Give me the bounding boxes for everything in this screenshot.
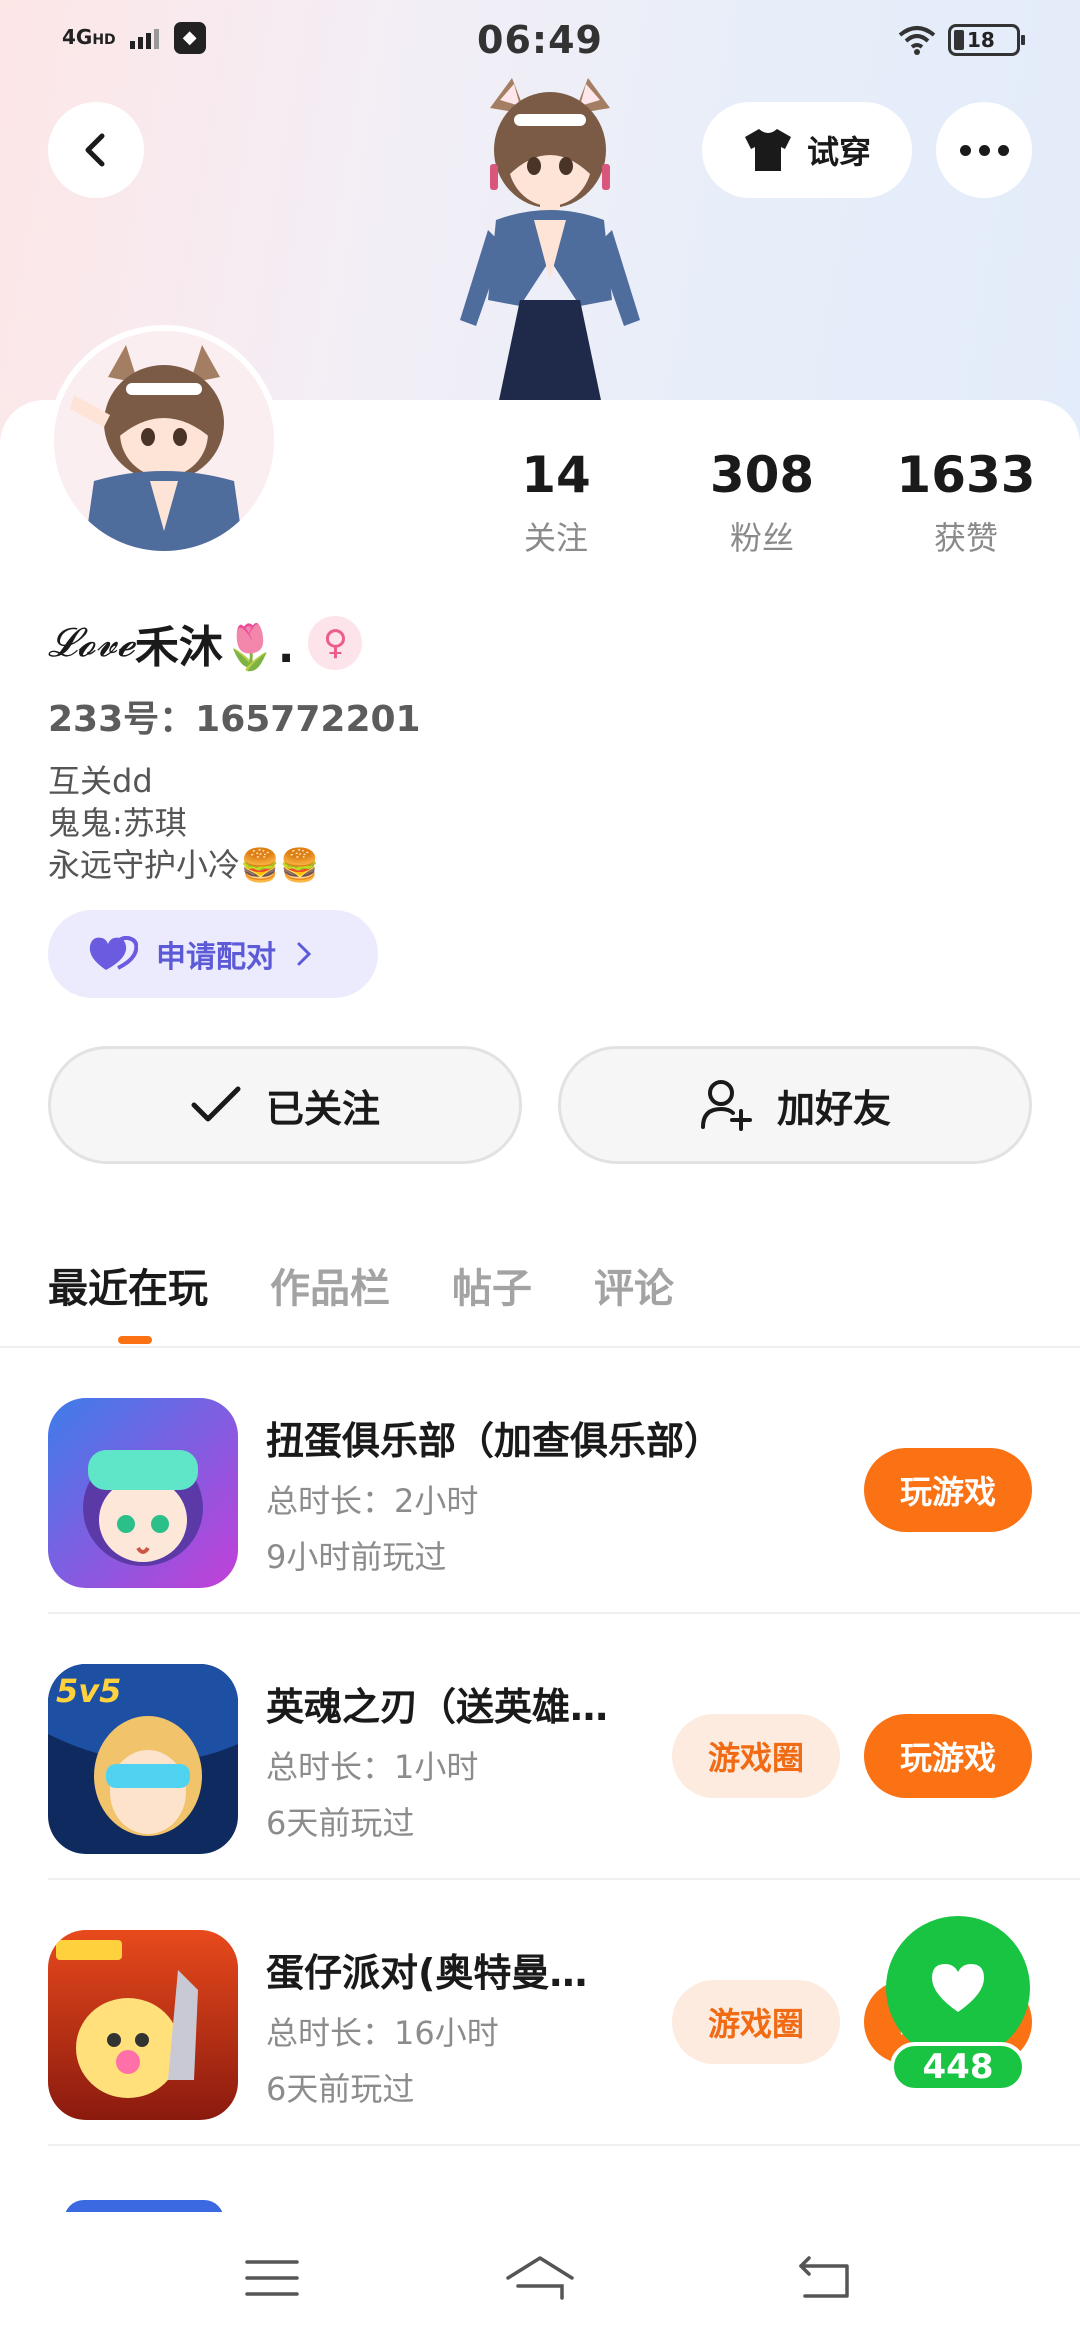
play-game-button[interactable]: 玩游戏 <box>864 1448 1032 1532</box>
try-on-label: 试穿 <box>806 133 871 171</box>
back-button[interactable] <box>48 102 144 198</box>
avatar[interactable] <box>48 325 280 557</box>
game-name: 蛋仔派对(奥特曼… <box>266 1951 588 1995</box>
game-circle-button[interactable]: 游戏圈 <box>672 1714 840 1798</box>
avatar-image <box>54 331 274 551</box>
add-friend-label: 加好友 <box>776 1086 891 1131</box>
try-on-button[interactable]: 试穿 <box>702 102 912 198</box>
bio-line: 鬼鬼:苏琪 <box>48 804 187 842</box>
more-button[interactable] <box>936 102 1032 198</box>
stat-value: 1633 <box>896 446 1036 504</box>
female-gender-icon: ♀ <box>308 616 363 670</box>
add-friend-button[interactable]: 加好友 <box>558 1046 1032 1164</box>
bio-line: 永远守护小冷🍔🍔 <box>48 846 320 884</box>
stat-value: 14 <box>521 446 591 504</box>
menu-button[interactable] <box>232 2248 312 2308</box>
stat-label: 关注 <box>523 519 588 557</box>
stat-value: 308 <box>709 446 815 504</box>
stat-label: 获赞 <box>933 519 998 557</box>
heart-pair-icon <box>89 936 138 970</box>
game-last-played: 9小时前玩过 <box>266 1538 447 1576</box>
add-user-icon <box>700 1080 752 1131</box>
home-icon <box>506 2256 574 2300</box>
game-last-played: 6天前玩过 <box>266 1804 415 1842</box>
floating-like-button[interactable]: 448 <box>884 1916 1032 2096</box>
user-id: 233号：165772201 <box>48 699 421 740</box>
back-nav-button[interactable] <box>784 2248 864 2308</box>
heart-icon <box>932 1964 984 2012</box>
game-icon <box>48 1930 238 2120</box>
request-pair-button[interactable]: 申请配对 <box>48 910 378 998</box>
game-duration: 总时长：2小时 <box>266 1482 479 1520</box>
pair-label: 申请配对 <box>156 940 276 975</box>
bio: 互关dd 鬼鬼:苏琪 永远守护小冷🍔🍔 <box>48 760 320 886</box>
wifi-icon <box>898 26 936 55</box>
game-duration: 总时长：1小时 <box>266 1748 479 1786</box>
like-count: 448 <box>890 2042 1026 2092</box>
more-dots-icon <box>959 144 971 156</box>
divider <box>48 2144 1080 2146</box>
tab-comments[interactable]: 评论 <box>594 1250 674 1330</box>
stat-followers[interactable]: 308 粉丝 <box>662 445 862 559</box>
check-icon <box>191 1086 241 1122</box>
menu-icon <box>245 2260 299 2296</box>
nickname: 𝓛𝓸𝓿𝓮 禾沐🌷. ♀ <box>48 612 363 674</box>
bio-line: 互关dd <box>48 762 153 800</box>
game-icon: 5v5 <box>48 1664 238 1854</box>
back-icon <box>799 2256 849 2298</box>
stat-likes[interactable]: 1633 获赞 <box>866 445 1066 559</box>
tshirt-icon <box>744 129 791 171</box>
list-item[interactable]: 扭蛋俱乐部（加查俱乐部） 总时长：2小时 9小时前玩过 玩游戏 <box>48 1348 1080 1614</box>
chevron-right-icon <box>297 942 312 966</box>
home-button[interactable] <box>500 2248 580 2308</box>
profile-tabs: 最近在玩 作品栏 帖子 评论 <box>48 1250 674 1344</box>
status-bar: 4GHD ◆ 06:49 18 <box>0 0 1080 82</box>
followed-label: 已关注 <box>265 1086 380 1131</box>
play-game-button[interactable]: 玩游戏 <box>864 1714 1032 1798</box>
game-name: 英魂之刃（送英雄… <box>266 1685 609 1729</box>
game-last-played: 6天前玩过 <box>266 2070 415 2108</box>
game-name: 扭蛋俱乐部（加查俱乐部） <box>266 1419 723 1463</box>
tab-posts[interactable]: 帖子 <box>452 1250 532 1330</box>
list-item[interactable]: 5v5 英魂之刃（送英雄… 总时长：1小时 6天前玩过 游戏圈 玩游戏 <box>48 1614 1080 1880</box>
game-icon <box>48 1398 238 1588</box>
battery-indicator: 18 <box>948 24 1025 56</box>
nickname-script: 𝓛𝓸𝓿𝓮 <box>48 620 135 666</box>
followed-button[interactable]: 已关注 <box>48 1046 522 1164</box>
chevron-left-icon <box>85 133 105 167</box>
system-nav-bar <box>0 2212 1080 2340</box>
tab-recently-played[interactable]: 最近在玩 <box>48 1250 208 1344</box>
game-duration: 总时长：16小时 <box>266 2014 499 2052</box>
tab-works[interactable]: 作品栏 <box>270 1250 390 1330</box>
stat-label: 粉丝 <box>729 519 794 557</box>
stat-following[interactable]: 14 关注 <box>456 445 656 559</box>
nickname-text: 禾沐🌷. <box>134 622 295 673</box>
svg-text:5v5: 5v5 <box>56 1672 121 1710</box>
game-circle-button[interactable]: 游戏圈 <box>672 1980 840 2064</box>
